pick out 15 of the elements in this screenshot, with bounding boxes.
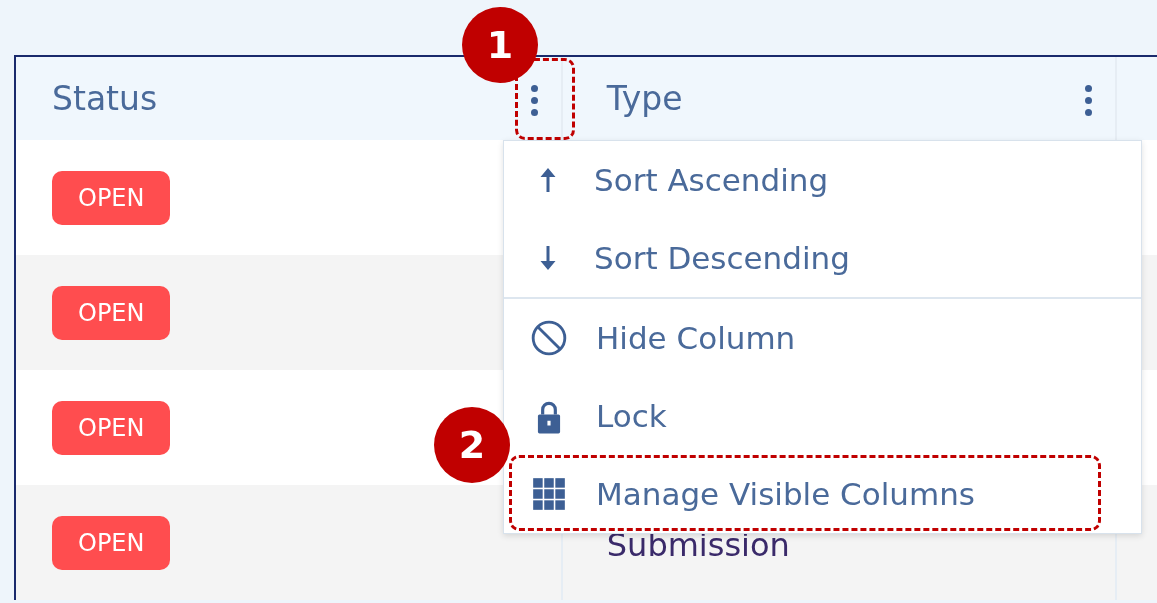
column-header: Status: [52, 79, 158, 118]
step-callout: 1: [462, 7, 538, 83]
menu-item[interactable]: Hide Column: [596, 320, 796, 356]
column-header: Type: [606, 79, 683, 118]
prohibited-icon: [530, 319, 568, 357]
status-badge: OPEN: [52, 170, 171, 225]
status-badge: OPEN: [52, 400, 171, 455]
menu-item[interactable]: Manage Visible Columns: [596, 476, 975, 512]
menu-item[interactable]: Sort Descending: [594, 240, 850, 276]
status-badge: OPEN: [52, 285, 171, 340]
menu-item[interactable]: Sort Ascending: [594, 162, 829, 198]
menu-item[interactable]: Lock: [596, 398, 667, 434]
grid-icon: [530, 475, 568, 513]
status-badge: OPEN: [52, 515, 171, 570]
table-cell: Submission: [606, 526, 790, 564]
